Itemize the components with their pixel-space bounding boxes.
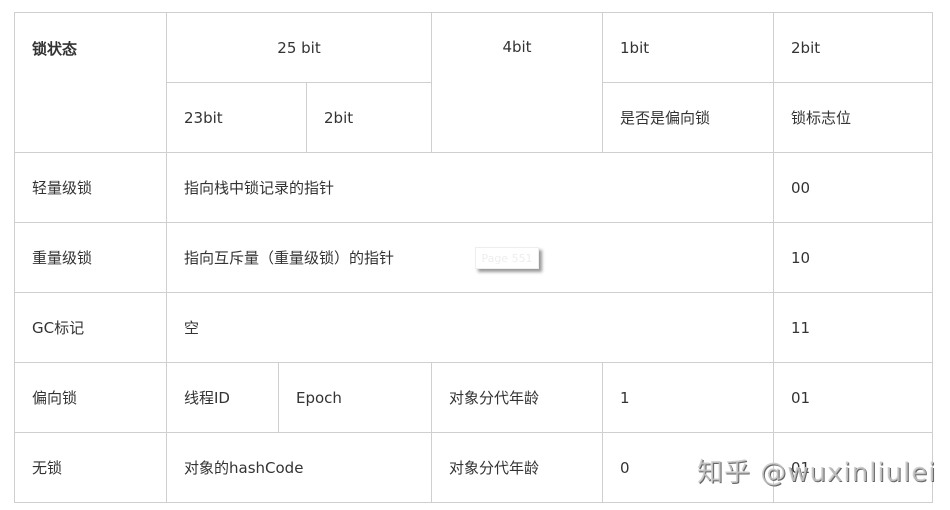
row-flag: 10 (773, 222, 933, 293)
row-state: 轻量级锁 (14, 152, 167, 223)
row-content: 指向互斥量（重量级锁）的指针 (166, 222, 774, 293)
header-lock-flag: 锁标志位 (773, 82, 933, 153)
watermark: 知乎 @wuxinliulei (697, 458, 937, 488)
row-content: 空 (166, 292, 774, 363)
header-4bit: 4bit (431, 12, 603, 153)
header-25bit: 25 bit (166, 12, 432, 83)
row-epoch: Epoch (278, 362, 432, 433)
row-thread-id: 线程ID (166, 362, 279, 433)
header-2bit-sub: 2bit (306, 82, 432, 153)
header-biased-flag: 是否是偏向锁 (602, 82, 774, 153)
row-biased: 1 (602, 362, 774, 433)
row-hashcode: 对象的hashCode (166, 432, 432, 503)
row-state: GC标记 (14, 292, 167, 363)
header-1bit: 1bit (602, 12, 774, 83)
row-flag: 01 (773, 362, 933, 433)
row-state: 重量级锁 (14, 222, 167, 293)
header-lock-state: 锁状态 (14, 12, 167, 153)
row-age: 对象分代年龄 (431, 432, 603, 503)
row-state: 偏向锁 (14, 362, 167, 433)
header-23bit: 23bit (166, 82, 307, 153)
row-age: 对象分代年龄 (431, 362, 603, 433)
row-flag: 00 (773, 152, 933, 223)
row-content: 指向栈中锁记录的指针 (166, 152, 774, 223)
row-flag: 11 (773, 292, 933, 363)
header-2bit: 2bit (773, 12, 933, 83)
page-tooltip: Page 551 (475, 247, 539, 269)
row-state: 无锁 (14, 432, 167, 503)
